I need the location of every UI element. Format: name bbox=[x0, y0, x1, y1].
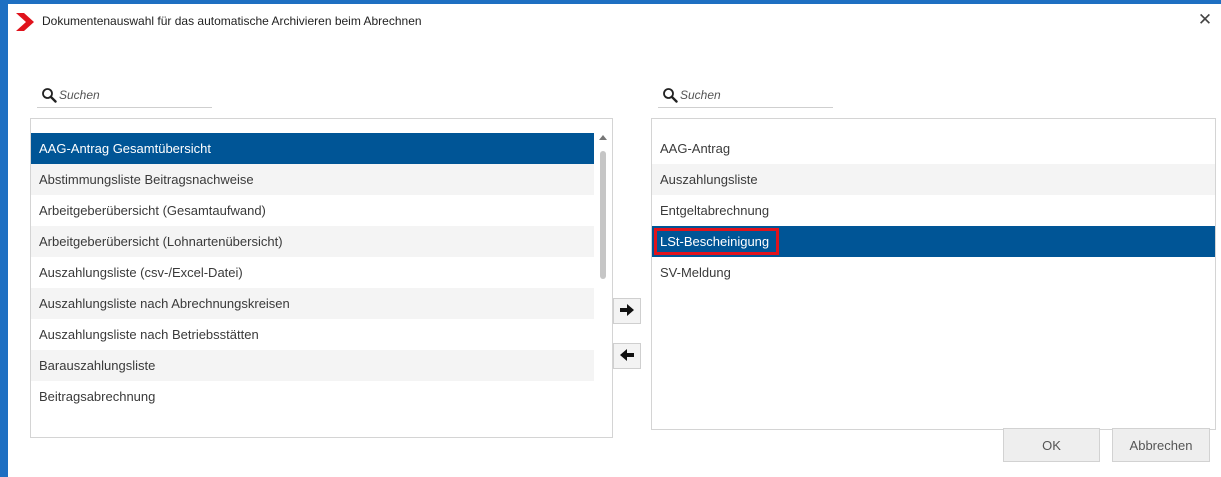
right-search-input[interactable] bbox=[680, 86, 820, 104]
selected-documents-list[interactable]: AAG-Antrag Auszahlungsliste Entgeltabrec… bbox=[651, 118, 1216, 430]
vertical-scrollbar[interactable] bbox=[594, 133, 612, 437]
window-frame-left bbox=[0, 0, 8, 477]
list-item[interactable]: Entgeltabrechnung bbox=[652, 195, 1215, 226]
list-item-label: Abstimmungsliste Beitragsnachweise bbox=[39, 172, 254, 187]
list-item-label: LSt-Bescheinigung bbox=[653, 228, 780, 255]
list-item-label: Auszahlungsliste nach Abrechnungskreisen bbox=[39, 296, 290, 311]
window-title: Dokumentenauswahl für das automatische A… bbox=[42, 14, 422, 28]
list-item[interactable]: Auszahlungsliste nach Abrechnungskreisen bbox=[31, 288, 594, 319]
right-search bbox=[658, 84, 833, 108]
right-search-underline bbox=[658, 107, 833, 108]
list-item-label: Arbeitgeberübersicht (Gesamtaufwand) bbox=[39, 203, 266, 218]
available-documents-items: AAG-Antrag Gesamtübersicht Abstimmungsli… bbox=[31, 133, 594, 412]
scroll-up-arrow-icon[interactable] bbox=[599, 135, 607, 140]
list-item-label: Auszahlungsliste bbox=[660, 172, 758, 187]
list-item[interactable]: Barauszahlungsliste bbox=[31, 350, 594, 381]
move-right-button[interactable] bbox=[613, 298, 641, 324]
selected-documents-items: AAG-Antrag Auszahlungsliste Entgeltabrec… bbox=[652, 133, 1215, 288]
list-item[interactable]: Arbeitgeberübersicht (Lohnartenübersicht… bbox=[31, 226, 594, 257]
left-search bbox=[37, 84, 212, 108]
list-item[interactable]: Auszahlungsliste (csv-/Excel-Datei) bbox=[31, 257, 594, 288]
search-icon bbox=[42, 88, 57, 103]
list-item-label: Beitragsabrechnung bbox=[39, 389, 156, 404]
left-search-input[interactable] bbox=[59, 86, 199, 104]
close-icon[interactable]: ✕ bbox=[1195, 10, 1215, 30]
list-item-label: Barauszahlungsliste bbox=[39, 358, 156, 373]
list-item[interactable]: AAG-Antrag bbox=[652, 133, 1215, 164]
list-item-label: AAG-Antrag bbox=[660, 141, 731, 156]
list-item-label: Auszahlungsliste (csv-/Excel-Datei) bbox=[39, 265, 243, 280]
list-item-label: Entgeltabrechnung bbox=[660, 203, 770, 218]
list-item-label: Auszahlungsliste nach Betriebsstätten bbox=[39, 327, 259, 342]
red-chevron-logo-icon bbox=[16, 13, 34, 31]
list-item[interactable]: Auszahlungsliste nach Betriebsstätten bbox=[31, 319, 594, 350]
list-item[interactable]: Abstimmungsliste Beitragsnachweise bbox=[31, 164, 594, 195]
cancel-button[interactable]: Abbrechen bbox=[1112, 428, 1210, 462]
list-item[interactable]: Arbeitgeberübersicht (Gesamtaufwand) bbox=[31, 195, 594, 226]
list-item[interactable]: Auszahlungsliste bbox=[652, 164, 1215, 195]
left-search-underline bbox=[37, 107, 212, 108]
search-icon bbox=[663, 88, 678, 103]
ok-button[interactable]: OK bbox=[1003, 428, 1100, 462]
list-item-label: Arbeitgeberübersicht (Lohnartenübersicht… bbox=[39, 234, 283, 249]
move-left-button[interactable] bbox=[613, 343, 641, 369]
list-item[interactable]: Beitragsabrechnung bbox=[31, 381, 594, 412]
arrow-right-icon bbox=[620, 304, 634, 316]
list-item[interactable]: LSt-Bescheinigung bbox=[652, 226, 1215, 257]
title-bar: Dokumentenauswahl für das automatische A… bbox=[8, 4, 1221, 36]
scroll-thumb[interactable] bbox=[600, 151, 606, 279]
available-documents-list[interactable]: AAG-Antrag Gesamtübersicht Abstimmungsli… bbox=[30, 118, 613, 438]
list-item-label: AAG-Antrag Gesamtübersicht bbox=[39, 141, 211, 156]
list-item-label: SV-Meldung bbox=[660, 265, 731, 280]
dialog-window: Dokumentenauswahl für das automatische A… bbox=[8, 4, 1221, 477]
arrow-left-icon bbox=[620, 349, 634, 361]
list-item[interactable]: AAG-Antrag Gesamtübersicht bbox=[31, 133, 594, 164]
list-item[interactable]: SV-Meldung bbox=[652, 257, 1215, 288]
